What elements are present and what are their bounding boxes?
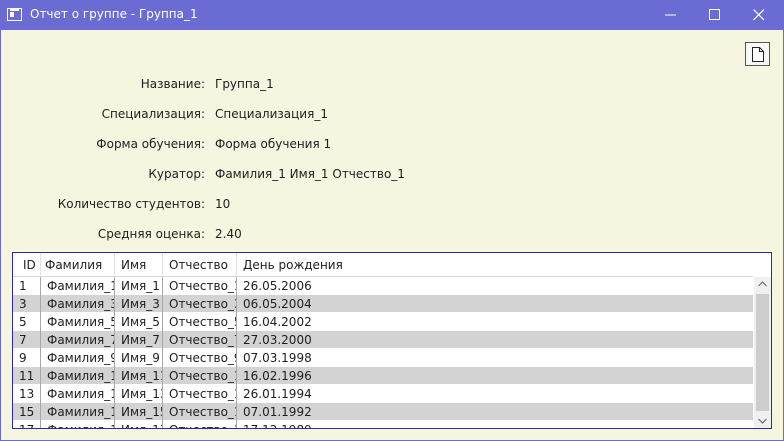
cell-patronymic: Отчество_7 <box>163 331 237 349</box>
scroll-up-icon[interactable] <box>758 281 767 287</box>
cell-id: 13 <box>13 385 41 403</box>
table-row[interactable]: 15 Фамилия_15 Имя_15 Отчество_15 07.01.1… <box>13 403 753 421</box>
minimize-icon <box>665 14 676 16</box>
cell-id: 11 <box>13 367 41 385</box>
cell-patronymic: Отчество_17 <box>163 421 237 428</box>
table-row[interactable]: 17 Фамилия_17 Имя_17 Отчество_17 17.12.1… <box>13 421 753 428</box>
cell-id: 17 <box>13 421 41 428</box>
table-row[interactable]: 11 Фамилия_11 Имя_11 Отчество_11 16.02.1… <box>13 367 753 385</box>
study-form-label: Форма обучения: <box>96 137 205 151</box>
cell-birthday: 27.03.2000 <box>243 333 312 347</box>
maximize-icon <box>709 9 720 20</box>
cell-first-name: Имя_5 <box>115 313 163 331</box>
table-row[interactable]: 3 Фамилия_3 Имя_3 Отчество_3 06.05.2004 <box>13 295 753 313</box>
app-window-icon <box>7 8 22 21</box>
table-row[interactable]: 13 Фамилия_13 Имя_13 Отчество_13 26.01.1… <box>13 385 753 403</box>
average-grade-value: 2.40 <box>215 227 242 241</box>
table-row[interactable]: 1 Фамилия_1 Имя_1 Отчество_1 26.05.2006 <box>13 277 753 295</box>
group-name-value: Группа_1 <box>215 77 274 91</box>
cell-first-name: Имя_1 <box>115 277 163 295</box>
minimize-button[interactable] <box>649 1 693 30</box>
column-header-id[interactable]: ID <box>13 253 41 277</box>
cell-patronymic: Отчество_1 <box>163 277 237 295</box>
cell-first-name: Имя_11 <box>115 367 163 385</box>
column-header-first-name[interactable]: Имя <box>115 253 163 277</box>
cell-last-name: Фамилия_17 <box>41 421 115 428</box>
student-count-label: Количество студентов: <box>57 197 205 211</box>
cell-patronymic: Отчество_3 <box>163 295 237 313</box>
average-grade-label: Средняя оценка: <box>97 227 205 241</box>
cell-id: 9 <box>13 349 41 367</box>
cell-last-name: Фамилия_15 <box>41 403 115 421</box>
cell-birthday: 06.05.2004 <box>243 297 312 311</box>
scrollbar-thumb[interactable] <box>756 294 769 411</box>
cell-first-name: Имя_3 <box>115 295 163 313</box>
cell-last-name: Фамилия_5 <box>41 313 115 331</box>
cell-last-name: Фамилия_11 <box>41 367 115 385</box>
cell-birthday: 07.01.1992 <box>243 405 312 419</box>
cell-first-name: Имя_13 <box>115 385 163 403</box>
curator-value: Фамилия_1 Имя_1 Отчество_1 <box>215 167 405 181</box>
close-button[interactable] <box>737 1 781 30</box>
cell-first-name: Имя_17 <box>115 421 163 428</box>
cell-id: 15 <box>13 403 41 421</box>
cell-patronymic: Отчество_15 <box>163 403 237 421</box>
students-grid[interactable]: ID Фамилия Имя Отчество День рождения 1 … <box>12 252 772 429</box>
cell-first-name: Имя_7 <box>115 331 163 349</box>
document-icon <box>752 47 764 62</box>
cell-id: 1 <box>13 277 41 295</box>
close-icon <box>753 9 765 21</box>
cell-patronymic: Отчество_9 <box>163 349 237 367</box>
group-name-label: Название: <box>140 77 205 91</box>
cell-last-name: Фамилия_7 <box>41 331 115 349</box>
cell-id: 5 <box>13 313 41 331</box>
window-title: Отчет о группе - Группа_1 <box>30 7 198 21</box>
column-header-birthday[interactable]: День рождения <box>237 253 753 277</box>
cell-first-name: Имя_15 <box>115 403 163 421</box>
maximize-button[interactable] <box>693 1 737 30</box>
cell-last-name: Фамилия_9 <box>41 349 115 367</box>
scroll-down-icon[interactable] <box>758 418 767 424</box>
cell-patronymic: Отчество_11 <box>163 367 237 385</box>
title-bar[interactable]: Отчет о группе - Группа_1 <box>1 1 783 30</box>
table-row[interactable]: 9 Фамилия_9 Имя_9 Отчество_9 07.03.1998 <box>13 349 753 367</box>
cell-birthday: 26.05.2006 <box>243 279 312 293</box>
vertical-scrollbar[interactable] <box>754 277 771 428</box>
cell-id: 7 <box>13 331 41 349</box>
specialization-label: Специализация: <box>101 107 205 121</box>
cell-last-name: Фамилия_3 <box>41 295 115 313</box>
report-window: Отчет о группе - Группа_1 Название: Груп… <box>0 0 784 441</box>
cell-last-name: Фамилия_1 <box>41 277 115 295</box>
cell-birthday: 17.12.1989 <box>237 421 753 428</box>
cell-birthday: 16.02.1996 <box>243 369 312 383</box>
cell-patronymic: Отчество_13 <box>163 385 237 403</box>
column-header-patronymic[interactable]: Отчество <box>163 253 237 277</box>
study-form-value: Форма обучения 1 <box>215 137 332 151</box>
curator-label: Куратор: <box>148 167 205 181</box>
column-header-last-name[interactable]: Фамилия <box>41 253 115 277</box>
grid-header: ID Фамилия Имя Отчество День рождения <box>13 253 753 277</box>
grid-rows: 1 Фамилия_1 Имя_1 Отчество_1 26.05.2006 … <box>13 277 753 428</box>
specialization-value: Специализация_1 <box>215 107 328 121</box>
table-row[interactable]: 7 Фамилия_7 Имя_7 Отчество_7 27.03.2000 <box>13 331 753 349</box>
table-row[interactable]: 5 Фамилия_5 Имя_5 Отчество_5 16.04.2002 <box>13 313 753 331</box>
cell-birthday: 26.01.1994 <box>243 387 312 401</box>
cell-id: 3 <box>13 295 41 313</box>
cell-first-name: Имя_9 <box>115 349 163 367</box>
cell-last-name: Фамилия_13 <box>41 385 115 403</box>
cell-patronymic: Отчество_5 <box>163 313 237 331</box>
export-document-button[interactable] <box>745 42 770 66</box>
cell-birthday: 07.03.1998 <box>243 351 312 365</box>
student-count-value: 10 <box>215 197 231 211</box>
cell-birthday: 16.04.2002 <box>243 315 312 329</box>
